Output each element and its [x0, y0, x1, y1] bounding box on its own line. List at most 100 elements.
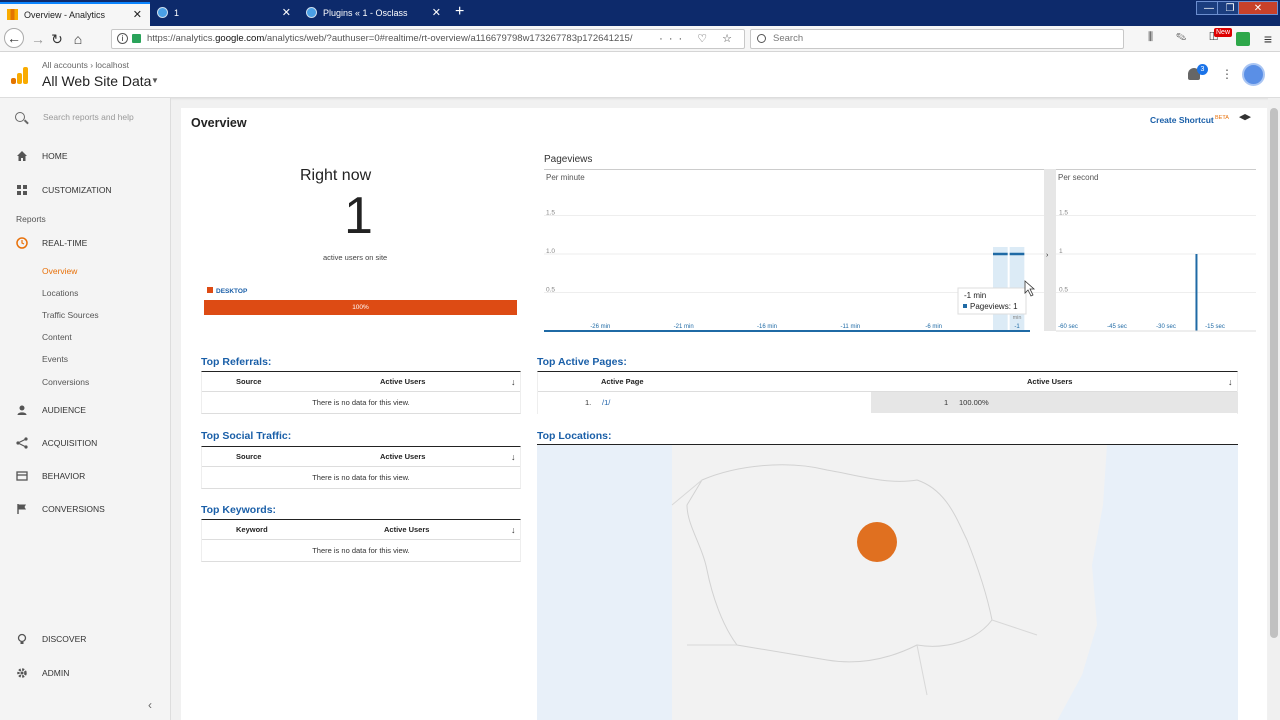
search-placeholder: Search reports and help — [43, 112, 134, 122]
url-text: https://analytics.google.com/analytics/w… — [147, 33, 633, 44]
tab-title: 1 — [174, 8, 180, 18]
sort-arrow-icon[interactable]: ↓ — [511, 377, 516, 387]
main-content: Overview Create Shortcut BETA Right now … — [181, 108, 1267, 720]
top-locations-title: Top Locations: — [537, 430, 612, 442]
sidebar-item-behavior[interactable]: BEHAVIOR — [0, 466, 171, 488]
sidebar-item-label: HOME — [42, 151, 68, 161]
sidebar-item-discover[interactable]: DISCOVER — [0, 629, 171, 651]
sidebar-item-acquisition[interactable]: ACQUISITION — [0, 433, 171, 455]
person-icon — [17, 405, 27, 415]
sidebar-subitem-overview[interactable]: Overview — [42, 266, 77, 276]
top-active-pages-title: Top Active Pages: — [537, 356, 627, 368]
table-header: Keyword Active Users ↓ — [202, 520, 520, 540]
y-tick-label: 1.5 — [546, 210, 555, 217]
pageviews-title: Pageviews — [544, 154, 593, 165]
tab-1[interactable]: 1 ✕ — [150, 2, 299, 26]
column-header-active-users[interactable]: Active Users — [380, 452, 425, 461]
device-share-bar: 100% — [204, 300, 517, 315]
view-selector[interactable]: All Web Site Data — [42, 73, 151, 89]
notification-badge: 3 — [1197, 64, 1208, 75]
sort-arrow-icon[interactable]: ↓ — [1228, 377, 1233, 387]
breadcrumb[interactable]: All accounts › localhost — [42, 60, 129, 70]
reload-button[interactable]: ↻ — [48, 30, 66, 48]
beta-badge: BETA — [1215, 115, 1229, 121]
new-tab-button[interactable]: + — [455, 3, 464, 21]
home-icon — [17, 151, 27, 161]
search-icon — [15, 112, 25, 122]
sidebar-item-label: CONVERSIONS — [42, 504, 105, 514]
sidebar-subitem-conversions[interactable]: Conversions — [42, 377, 89, 387]
column-header-active-users[interactable]: Active Users — [1027, 377, 1072, 386]
tab-osclass[interactable]: Plugins « 1 - Osclass ✕ — [299, 2, 449, 26]
sidebar-subitem-content[interactable]: Content — [42, 332, 72, 342]
x-tick-label: -26 min — [590, 324, 610, 330]
browser-search-input[interactable]: Search — [750, 29, 1124, 49]
close-icon[interactable]: ✕ — [432, 2, 441, 24]
lock-icon — [132, 34, 141, 43]
sidebar-subitem-events[interactable]: Events — [42, 354, 68, 364]
map-svg — [671, 445, 1107, 720]
back-button[interactable]: ← — [4, 28, 24, 48]
y-tick-label: 1.0 — [546, 248, 555, 255]
top-keywords-title: Top Keywords: — [201, 504, 277, 516]
table-row: 1. /1/ 1 100.00% — [538, 392, 1238, 413]
x-tick-label: -30 sec — [1156, 324, 1176, 330]
chevron-down-icon[interactable]: ▼ — [151, 76, 159, 85]
more-options-icon[interactable]: ⋮ — [1221, 68, 1233, 80]
empty-message: There is no data for this view. — [312, 398, 410, 407]
ga-header: All accounts › localhost All Web Site Da… — [0, 52, 1280, 98]
sidebar-item-label: DISCOVER — [42, 634, 87, 644]
home-button[interactable]: ⌂ — [69, 30, 87, 48]
empty-message: There is no data for this view. — [312, 473, 410, 482]
search-icon — [757, 34, 766, 43]
url-bar[interactable]: i https://analytics.google.com/analytics… — [111, 29, 745, 49]
scrollbar-thumb[interactable] — [1270, 108, 1278, 638]
x-tick-label: -16 min — [757, 324, 777, 330]
dashboard-icon — [17, 185, 27, 195]
locations-map[interactable] — [537, 444, 1238, 720]
column-header-active-users[interactable]: Active Users — [384, 525, 429, 534]
page-path-link[interactable]: /1/ — [602, 398, 610, 407]
info-icon[interactable]: i — [117, 33, 128, 44]
window-close-button[interactable]: ✕ — [1238, 1, 1278, 15]
sidebar-item-customization[interactable]: CUSTOMIZATION — [0, 180, 171, 202]
sidebar-subitem-locations[interactable]: Locations — [42, 288, 78, 298]
clock-icon — [16, 237, 28, 249]
column-header-active-page[interactable]: Active Page — [601, 377, 644, 386]
y-tick-label: 1 — [1059, 248, 1063, 255]
forward-button[interactable]: → — [29, 30, 47, 48]
per-second-label: Per second — [1058, 173, 1098, 182]
sidebar-subitem-traffic-sources[interactable]: Traffic Sources — [42, 310, 99, 320]
sidebar-item-label: ADMIN — [42, 668, 70, 678]
sort-arrow-icon[interactable]: ↓ — [511, 452, 516, 462]
collapse-sidebar-icon[interactable]: ‹ — [148, 698, 152, 712]
page-scrollbar[interactable] — [1268, 98, 1280, 720]
menu-icon[interactable]: ≡ — [1259, 30, 1277, 48]
sidebar-item-conversions[interactable]: CONVERSIONS — [0, 499, 171, 521]
reports-section-label: Reports — [16, 214, 46, 224]
column-header-active-users[interactable]: Active Users — [380, 377, 425, 386]
column-header-source[interactable]: Source — [236, 452, 261, 461]
graduation-cap-icon[interactable] — [1239, 114, 1251, 121]
extension-icon[interactable] — [1236, 32, 1250, 46]
table-header: Active Page Active Users ↓ — [538, 372, 1237, 392]
sidebar-item-realtime[interactable]: REAL-TIME — [0, 233, 171, 255]
close-icon[interactable]: ✕ — [133, 4, 142, 26]
y-tick-label: 0.5 — [1059, 287, 1068, 294]
active-users-value: 1 — [944, 398, 949, 407]
sidebar-item-label: CUSTOMIZATION — [42, 185, 112, 195]
sidebar-item-audience[interactable]: AUDIENCE — [0, 400, 171, 422]
close-icon[interactable]: ✕ — [282, 2, 291, 24]
column-header-keyword[interactable]: Keyword — [236, 525, 268, 534]
sidebar-item-admin[interactable]: ADMIN — [0, 663, 171, 685]
sidebar-item-home[interactable]: HOME — [0, 146, 171, 168]
create-shortcut-link[interactable]: Create Shortcut — [1150, 115, 1214, 125]
column-header-source[interactable]: Source — [236, 377, 261, 386]
location-marker[interactable] — [857, 522, 897, 562]
page-actions-icon[interactable]: ··· ♡ ☆ — [659, 30, 738, 48]
x-tick-label: -60 sec — [1058, 324, 1078, 330]
tab-analytics[interactable]: Overview - Analytics ✕ — [0, 2, 150, 26]
sidebar-search-input[interactable]: Search reports and help — [0, 104, 171, 132]
sort-arrow-icon[interactable]: ↓ — [511, 525, 516, 535]
avatar[interactable] — [1242, 63, 1265, 86]
